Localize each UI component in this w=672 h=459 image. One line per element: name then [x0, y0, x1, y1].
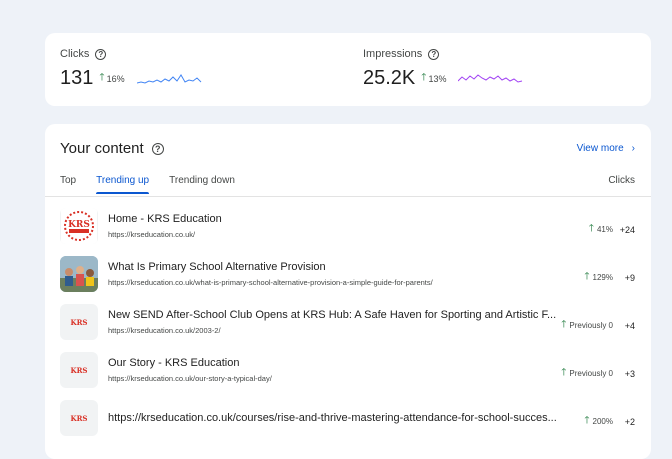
- clicks-sparkline: [136, 73, 201, 84]
- row-title: New SEND After-School Club Opens at KRS …: [108, 309, 557, 321]
- row-clicks: +9: [624, 272, 635, 283]
- impressions-sparkline: [458, 73, 523, 83]
- metrics-card: Clicks ? 131 🡑 16% Impressions ? 25.2K 🡑…: [45, 33, 651, 106]
- row-url: https://krseducation.co.uk/our-story-a-t…: [108, 374, 272, 383]
- impressions-delta: 🡑 13%: [421, 70, 446, 87]
- list-item[interactable]: KRS https://krseducation.co.uk/courses/r…: [45, 394, 651, 442]
- impressions-metric[interactable]: Impressions ? 25.2K 🡑 13%: [363, 48, 524, 90]
- row-title: What Is Primary School Alternative Provi…: [108, 261, 326, 273]
- row-stats: 🡑 129% +9: [584, 269, 635, 286]
- list-item[interactable]: KRS Our Story - KRS Education https://kr…: [45, 346, 651, 394]
- page-thumbnail: KRS: [60, 304, 98, 340]
- tab-trending-down[interactable]: Trending down: [169, 175, 235, 194]
- clicks-delta: 🡑 16%: [99, 70, 124, 87]
- content-card: Your content ? View more › Top Trending …: [45, 124, 651, 459]
- page-thumbnail: KRS: [60, 352, 98, 388]
- content-tabs: Top Trending up Trending down: [60, 175, 235, 194]
- row-title: Our Story - KRS Education: [108, 357, 240, 369]
- clicks-value: 131: [60, 67, 94, 89]
- help-icon[interactable]: ?: [95, 48, 107, 60]
- content-title: Your content: [60, 140, 144, 157]
- row-url: https://krseducation.co.uk/what-is-prima…: [108, 278, 433, 287]
- page-thumbnail: KRS: [60, 400, 98, 436]
- help-icon[interactable]: ?: [151, 142, 164, 155]
- krs-logo-icon: KRS: [61, 208, 97, 244]
- krs-logo-icon: KRS: [70, 413, 88, 423]
- row-stats: 🡑 Previously 0 +3: [561, 365, 635, 382]
- clicks-metric[interactable]: Clicks ? 131 🡑 16%: [60, 48, 203, 90]
- tab-top[interactable]: Top: [60, 175, 76, 194]
- row-change: Previously 0: [569, 321, 613, 330]
- impressions-label: Impressions: [363, 48, 423, 60]
- page-thumbnail: KRS: [60, 208, 98, 244]
- row-title: https://krseducation.co.uk/courses/rise-…: [108, 412, 557, 424]
- help-icon[interactable]: ?: [428, 48, 440, 60]
- arrow-up-icon: 🡑: [588, 223, 594, 234]
- page-thumbnail: [60, 256, 98, 292]
- list-item[interactable]: KRS New SEND After-School Club Opens at …: [45, 298, 651, 346]
- impressions-value: 25.2K: [363, 67, 416, 89]
- row-change: 41%: [596, 225, 613, 234]
- arrow-up-icon: 🡑: [561, 367, 567, 378]
- row-url: https://krseducation.co.uk/2003-2/: [108, 326, 221, 335]
- arrow-up-icon: 🡑: [561, 319, 567, 330]
- tab-trending-up[interactable]: Trending up: [96, 175, 150, 194]
- row-clicks: +2: [624, 416, 635, 427]
- row-stats: 🡑 200% +2: [584, 413, 635, 430]
- chevron-right-icon: ›: [631, 143, 635, 154]
- row-change: Previously 0: [569, 369, 613, 378]
- krs-logo-icon: KRS: [70, 365, 88, 375]
- list-item[interactable]: KRS Home - KRS Education https://krseduc…: [45, 202, 651, 250]
- arrow-up-icon: 🡑: [584, 415, 590, 426]
- row-url: https://krseducation.co.uk/: [108, 230, 196, 239]
- arrow-up-icon: 🡑: [584, 271, 590, 282]
- row-title: Home - KRS Education: [108, 213, 222, 225]
- krs-logo-icon: KRS: [70, 317, 88, 327]
- arrow-up-icon: 🡑: [421, 72, 427, 83]
- row-stats: 🡑 Previously 0 +4: [561, 317, 635, 334]
- row-stats: 🡑 41% +24: [589, 221, 635, 238]
- content-list: KRS Home - KRS Education https://krseduc…: [45, 202, 651, 442]
- clicks-column-header: Clicks: [608, 175, 635, 186]
- row-change: 200%: [592, 417, 613, 426]
- svg-text:KRS: KRS: [68, 220, 90, 230]
- row-clicks: +3: [624, 368, 635, 379]
- clicks-label: Clicks: [60, 48, 90, 60]
- divider: [45, 196, 651, 197]
- row-clicks: +4: [624, 320, 635, 331]
- row-change: 129%: [592, 273, 613, 282]
- arrow-up-icon: 🡑: [99, 72, 105, 83]
- view-more-link[interactable]: View more ›: [577, 143, 635, 154]
- classroom-photo-icon: [60, 256, 98, 292]
- row-clicks: +24: [619, 224, 635, 235]
- list-item[interactable]: What Is Primary School Alternative Provi…: [45, 250, 651, 298]
